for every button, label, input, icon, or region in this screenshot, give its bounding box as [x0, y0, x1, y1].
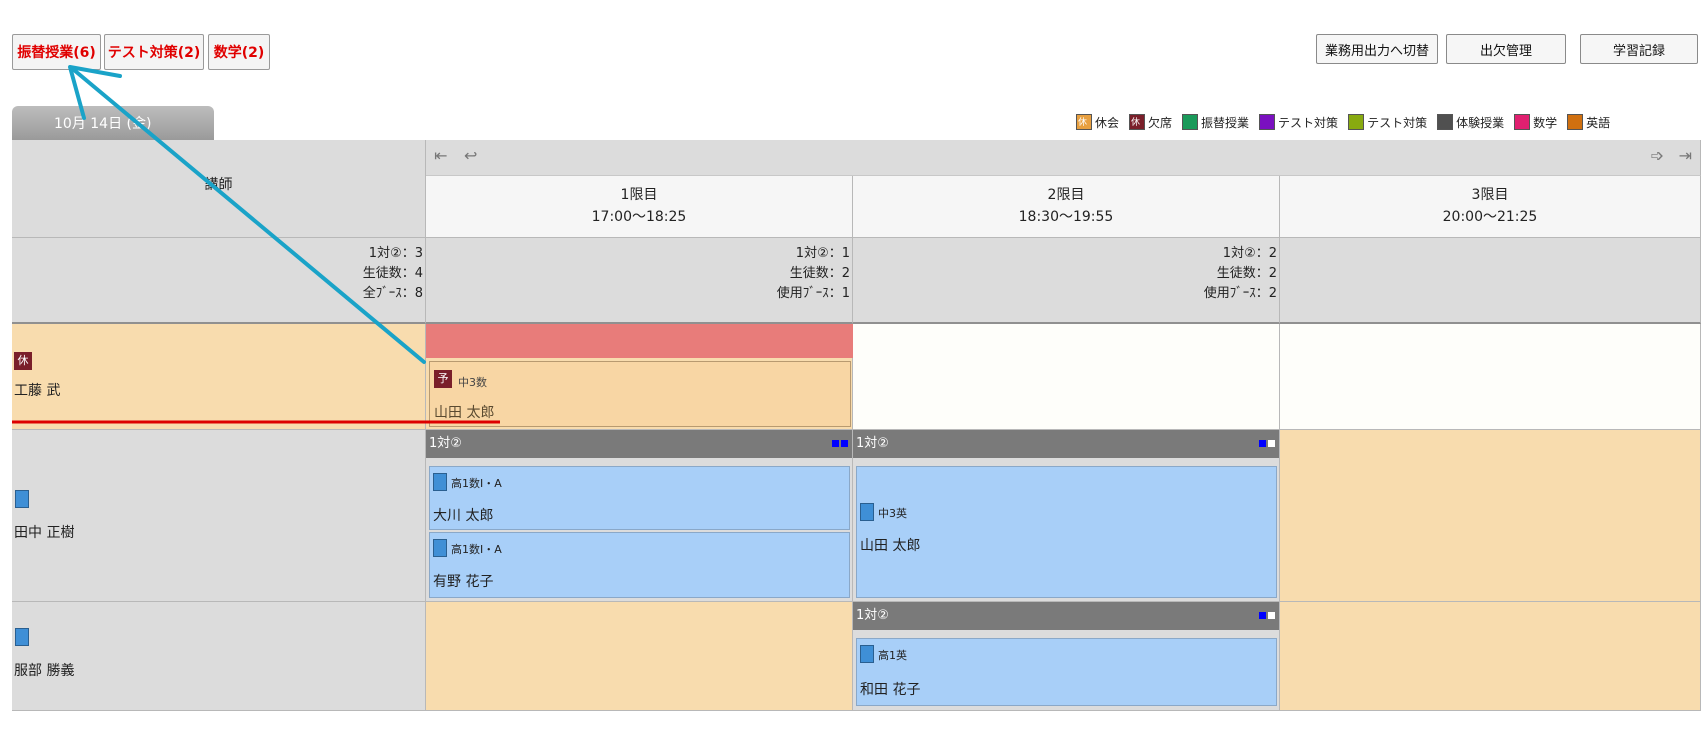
arrow-shaft [72, 68, 426, 364]
annotation-overlay [12, 65, 500, 424]
